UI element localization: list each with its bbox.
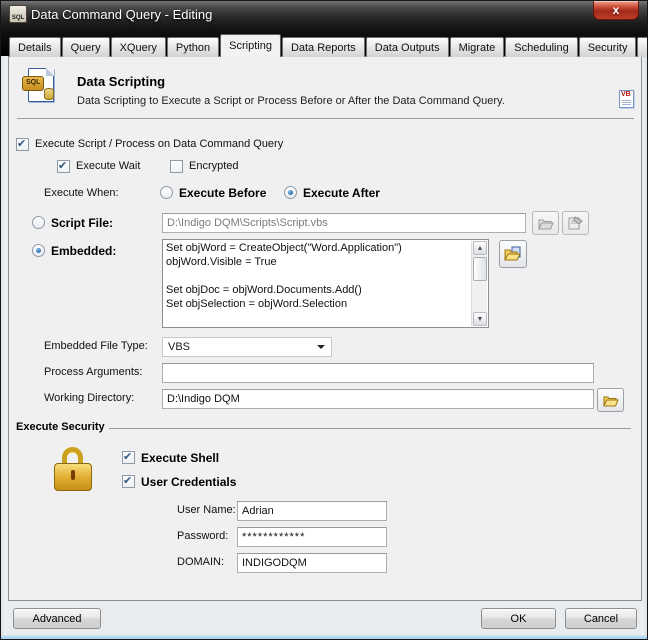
- scroll-thumb[interactable]: [473, 257, 487, 281]
- process-arguments-label: Process Arguments:: [44, 366, 142, 378]
- embedded-file-type-label: Embedded File Type:: [44, 340, 148, 352]
- execute-after-radio[interactable]: [284, 186, 297, 199]
- open-folder-icon: [538, 217, 554, 230]
- cancel-button[interactable]: Cancel: [565, 608, 637, 629]
- embedded-file-type-select[interactable]: VBS: [162, 337, 332, 357]
- dialog-window: SQL Data Command Query - Editing x Detai…: [0, 0, 648, 640]
- execute-shell-checkbox[interactable]: [122, 451, 135, 464]
- embedded-file-type-value: VBS: [168, 341, 190, 353]
- script-file-input[interactable]: [162, 213, 526, 233]
- scroll-up-icon[interactable]: ▲: [473, 241, 487, 255]
- window-title: Data Command Query - Editing: [31, 7, 212, 22]
- execute-after-label: Execute After: [303, 186, 380, 200]
- user-credentials-checkbox[interactable]: [122, 475, 135, 488]
- password-input[interactable]: [237, 527, 387, 547]
- script-edit-icon: [568, 216, 583, 230]
- window-frame-left: [1, 56, 7, 635]
- encrypted-checkbox[interactable]: [170, 160, 183, 173]
- tab-migrate[interactable]: Migrate: [450, 37, 505, 57]
- script-file-radio[interactable]: [32, 216, 45, 229]
- sql-app-icon: SQL: [9, 5, 27, 23]
- scripting-tab-panel: SQL Data Scripting Data Scripting to Exe…: [8, 56, 642, 601]
- page-subtitle: Data Scripting to Execute a Script or Pr…: [77, 95, 505, 107]
- working-directory-input[interactable]: [162, 389, 594, 409]
- execute-before-label: Execute Before: [179, 186, 266, 200]
- script-file-edit-button[interactable]: [562, 211, 589, 235]
- embedded-label: Embedded:: [51, 244, 116, 258]
- data-scripting-icon: SQL: [22, 68, 58, 106]
- scroll-down-icon[interactable]: ▼: [473, 312, 487, 326]
- process-arguments-input[interactable]: [162, 363, 594, 383]
- embedded-script-text[interactable]: Set objWord = CreateObject("Word.Applica…: [166, 241, 468, 326]
- open-folder-icon: [603, 394, 619, 407]
- tab-strip: Details Query XQuery Python Scripting Da…: [9, 34, 648, 57]
- working-directory-label: Working Directory:: [44, 392, 134, 404]
- working-directory-browse-button[interactable]: [597, 388, 624, 412]
- close-button[interactable]: x: [593, 1, 639, 20]
- encrypted-label: Encrypted: [189, 160, 239, 172]
- ok-button[interactable]: OK: [481, 608, 556, 629]
- execute-security-group-label: Execute Security: [16, 421, 105, 433]
- vbscript-file-icon: VB: [619, 90, 634, 108]
- chevron-down-icon: [317, 345, 325, 353]
- embedded-radio[interactable]: [32, 244, 45, 257]
- tab-scripting[interactable]: Scripting: [220, 34, 281, 57]
- password-label: Password:: [177, 530, 228, 542]
- execute-when-label: Execute When:: [44, 187, 119, 199]
- editor-scrollbar[interactable]: ▲ ▼: [471, 241, 487, 326]
- tab-data-outputs[interactable]: Data Outputs: [366, 37, 449, 57]
- header-divider: [17, 118, 634, 119]
- advanced-button[interactable]: Advanced: [13, 608, 101, 629]
- domain-input[interactable]: [237, 553, 387, 573]
- execute-script-checkbox[interactable]: [16, 138, 29, 151]
- execute-wait-checkbox[interactable]: [57, 160, 70, 173]
- embedded-load-file-button[interactable]: [499, 240, 527, 268]
- tab-python[interactable]: Python: [167, 37, 219, 57]
- embedded-script-editor[interactable]: Set objWord = CreateObject("Word.Applica…: [162, 239, 489, 328]
- script-file-browse-button[interactable]: [532, 211, 559, 235]
- execute-shell-label: Execute Shell: [141, 451, 219, 465]
- tab-log[interactable]: Log: [637, 37, 648, 57]
- lock-icon: [54, 447, 92, 493]
- tab-xquery[interactable]: XQuery: [111, 37, 166, 57]
- open-file-icon: [504, 246, 522, 262]
- user-credentials-label: User Credentials: [141, 475, 236, 489]
- tab-scheduling[interactable]: Scheduling: [505, 37, 577, 57]
- user-name-input[interactable]: [237, 501, 387, 521]
- tab-details[interactable]: Details: [9, 37, 61, 57]
- execute-wait-label: Execute Wait: [76, 160, 140, 172]
- tab-data-reports[interactable]: Data Reports: [282, 37, 365, 57]
- domain-label: DOMAIN:: [177, 556, 224, 568]
- page-title: Data Scripting: [77, 74, 165, 89]
- execute-script-label: Execute Script / Process on Data Command…: [35, 138, 283, 150]
- execute-before-radio[interactable]: [160, 186, 173, 199]
- script-file-label: Script File:: [51, 216, 113, 230]
- group-divider: [109, 428, 631, 429]
- user-name-label: User Name:: [177, 504, 236, 516]
- tab-security[interactable]: Security: [579, 37, 637, 57]
- window-frame-bottom: [1, 635, 647, 639]
- tab-query[interactable]: Query: [62, 37, 110, 57]
